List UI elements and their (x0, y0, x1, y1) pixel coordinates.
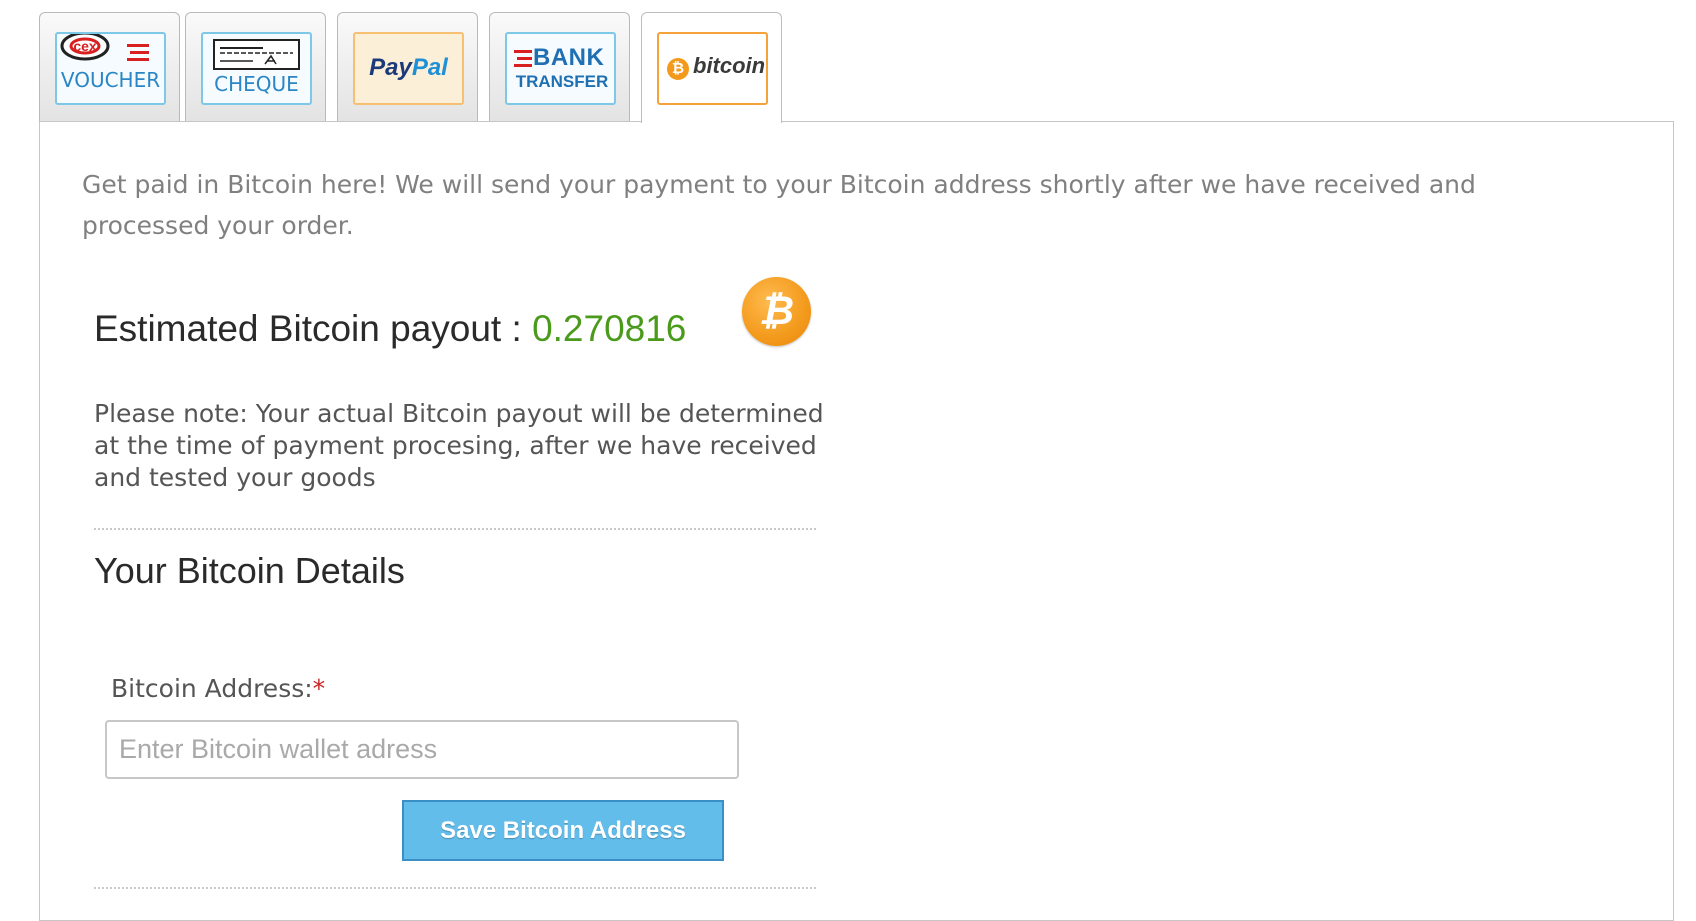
tab-paypal[interactable]: PayPal (337, 12, 478, 121)
paypal-wordmark-pal: Pal (411, 54, 448, 81)
cheque-logo-label: CHEQUE (214, 72, 299, 96)
cheque-logo-icon: CHEQUE (201, 32, 312, 105)
bitcoin-small-coin-icon: ₿ (667, 58, 689, 80)
payout-note: Please note: Your actual Bitcoin payout … (94, 399, 824, 492)
svg-text:cex: cex (73, 38, 97, 54)
bank-transfer-logo-icon: BANK TRANSFER (505, 32, 616, 105)
bitcoin-address-label: Bitcoin Address:* (111, 674, 325, 703)
cex-voucher-logo-icon: cex VOUCHER (55, 32, 166, 105)
save-bitcoin-address-button[interactable]: Save Bitcoin Address (402, 800, 724, 861)
payout-label: Estimated Bitcoin payout : (94, 308, 533, 349)
payout-amount: 0.270816 (532, 308, 687, 349)
bitcoin-address-label-text: Bitcoin Address: (111, 674, 313, 703)
bank-stripes-icon (514, 50, 532, 67)
bank-wordmark: BANK (533, 44, 605, 71)
paypal-logo-icon: PayPal (353, 32, 464, 105)
tab-bank-transfer[interactable]: BANK TRANSFER (489, 12, 630, 121)
tab-cheque[interactable]: CHEQUE (185, 12, 326, 121)
tab-voucher[interactable]: cex VOUCHER (39, 12, 180, 121)
tab-bitcoin[interactable]: ₿ bitcoin (641, 12, 782, 123)
bitcoin-coin-icon: ₿ (742, 277, 811, 346)
intro-text: Get paid in Bitcoin here! We will send y… (82, 170, 1476, 240)
transfer-wordmark: TRANSFER (515, 72, 609, 91)
bitcoin-address-input[interactable] (105, 720, 739, 779)
bitcoin-wordmark: bitcoin (693, 53, 766, 78)
divider-bottom (94, 887, 816, 889)
divider-top (94, 528, 816, 530)
required-asterisk: * (312, 674, 326, 703)
section-title: Your Bitcoin Details (94, 550, 405, 591)
voucher-logo-label: VOUCHER (60, 68, 161, 92)
bitcoin-logo-icon: ₿ bitcoin (657, 32, 768, 105)
paypal-wordmark-pay: Pay (369, 54, 412, 81)
paypal-wordmark: PayPal (355, 54, 462, 82)
estimated-payout: Estimated Bitcoin payout : 0.270816 (94, 308, 686, 350)
